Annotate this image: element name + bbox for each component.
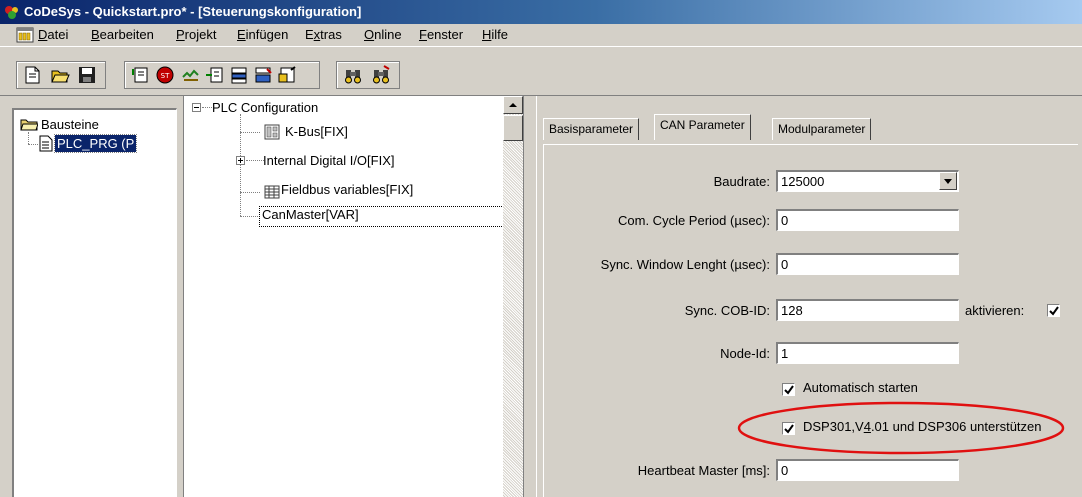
node-id-input[interactable]: 1 <box>776 342 959 364</box>
tree-line <box>240 114 241 216</box>
menu-extras[interactable]: Extras <box>305 27 342 42</box>
tree-node-kbus[interactable]: K-Bus[FIX] <box>285 124 348 139</box>
find-icon[interactable] <box>343 65 363 85</box>
sync-cob-id-label: Sync. COB-ID: <box>684 303 770 318</box>
toolbar: ST <box>0 46 1082 96</box>
document-window-icon[interactable] <box>16 27 34 43</box>
aktivieren-label: aktivieren: <box>965 303 1025 318</box>
write-values-icon[interactable] <box>253 65 273 85</box>
expand-icon[interactable] <box>236 156 245 165</box>
sync-cob-id-input[interactable]: 128 <box>776 299 959 321</box>
plc-configuration-tree[interactable]: PLC Configuration K-Bus[FIX] Internal Di… <box>183 96 504 497</box>
baudrate-select[interactable]: 125000 <box>776 170 959 192</box>
tree-line <box>28 144 38 145</box>
folder-icon <box>20 119 38 131</box>
menu-einfuegen[interactable]: Einfügen <box>237 27 288 42</box>
menu-bar: Datei Bearbeiten Projekt Einfügen Extras… <box>0 24 1082 46</box>
menu-online[interactable]: Online <box>364 27 402 42</box>
can-master-properties: Basisparameter CAN Parameter Modulparame… <box>536 96 1082 497</box>
login-icon[interactable] <box>131 65 151 85</box>
com-cycle-value: 0 <box>781 213 789 228</box>
baudrate-label: Baudrate: <box>713 174 770 189</box>
highlight-ellipse <box>737 401 1065 455</box>
tree-line <box>240 216 260 217</box>
codesys-app-icon <box>5 6 18 19</box>
tree-line <box>28 132 29 144</box>
autostart-label: Automatisch starten <box>803 380 918 395</box>
node-id-label: Node-Id: <box>720 346 770 361</box>
pane-splitter[interactable] <box>523 96 535 497</box>
run-icon[interactable] <box>181 65 201 85</box>
sync-window-value: 0 <box>781 257 789 272</box>
autostart-checkbox[interactable] <box>782 383 795 396</box>
sync-cob-id-value: 128 <box>781 303 803 318</box>
tree-vertical-scrollbar[interactable] <box>503 96 523 497</box>
organizer-item-plc-prg[interactable]: PLC_PRG (P <box>53 134 138 153</box>
tree-node-internal-digital-io[interactable]: Internal Digital I/O[FIX] <box>263 153 395 168</box>
com-cycle-input[interactable]: 0 <box>776 209 959 231</box>
tab-basisparameter[interactable]: Basisparameter <box>543 118 640 140</box>
step-icon[interactable] <box>205 65 225 85</box>
grid-icon <box>264 185 280 199</box>
collapse-icon[interactable] <box>192 103 201 112</box>
tab-modulparameter[interactable]: Modulparameter <box>772 118 872 140</box>
sync-window-label: Sync. Window Lenght (µsec): <box>600 257 770 272</box>
organizer-root-label[interactable]: Bausteine <box>41 117 99 132</box>
force-values-icon[interactable] <box>277 65 297 85</box>
replace-icon[interactable] <box>371 65 391 85</box>
window-title: CoDeSys - Quickstart.pro* - [Steuerungsk… <box>24 4 362 19</box>
toolbar-search-group <box>336 61 400 89</box>
tree-root-plc-configuration[interactable]: PLC Configuration <box>212 100 318 115</box>
open-icon[interactable] <box>50 65 70 85</box>
baudrate-value: 125000 <box>781 174 825 189</box>
tab-can-parameter[interactable]: CAN Parameter <box>654 114 751 140</box>
tree-line <box>202 107 212 108</box>
tree-line <box>240 132 260 133</box>
heartbeat-label: Heartbeat Master [ms]: <box>637 463 770 478</box>
main-area: Bausteine PLC_PRG (P PLC Configuration K… <box>0 96 1082 497</box>
com-cycle-label: Com. Cycle Period (µsec): <box>618 213 770 228</box>
chevron-down-icon[interactable] <box>939 172 957 190</box>
stop-icon[interactable]: ST <box>155 65 175 85</box>
tree-line <box>240 192 260 193</box>
heartbeat-value: 0 <box>781 463 789 478</box>
node-id-value: 1 <box>781 346 789 361</box>
tree-line <box>246 160 264 161</box>
module-icon <box>264 124 280 140</box>
tree-node-fieldbus-variables[interactable]: Fieldbus variables[FIX] <box>281 182 413 197</box>
menu-bearbeiten[interactable]: Bearbeiten <box>91 27 154 42</box>
heartbeat-input[interactable]: 0 <box>776 459 959 481</box>
save-icon[interactable] <box>77 65 97 85</box>
title-bar: CoDeSys - Quickstart.pro* - [Steuerungsk… <box>0 0 1082 24</box>
menu-projekt[interactable]: Projekt <box>176 27 216 42</box>
tree-node-canmaster[interactable]: CanMaster[VAR] <box>259 206 504 227</box>
menu-datei[interactable]: Datei <box>38 27 68 42</box>
scroll-up-button[interactable] <box>503 96 523 114</box>
sync-window-input[interactable]: 0 <box>776 253 959 275</box>
menu-hilfe[interactable]: Hilfe <box>482 27 508 42</box>
menu-fenster[interactable]: Fenster <box>419 27 463 42</box>
toolbar-online-group: ST <box>124 61 320 89</box>
scroll-thumb[interactable] <box>503 115 523 141</box>
toolbar-file-group <box>16 61 106 89</box>
object-organizer[interactable]: Bausteine PLC_PRG (P <box>12 108 177 497</box>
svg-text:ST: ST <box>161 72 170 80</box>
new-icon[interactable] <box>22 65 42 85</box>
toggle-breakpoint-icon[interactable] <box>229 65 249 85</box>
aktivieren-checkbox[interactable] <box>1047 304 1060 317</box>
pou-document-icon <box>39 135 53 152</box>
